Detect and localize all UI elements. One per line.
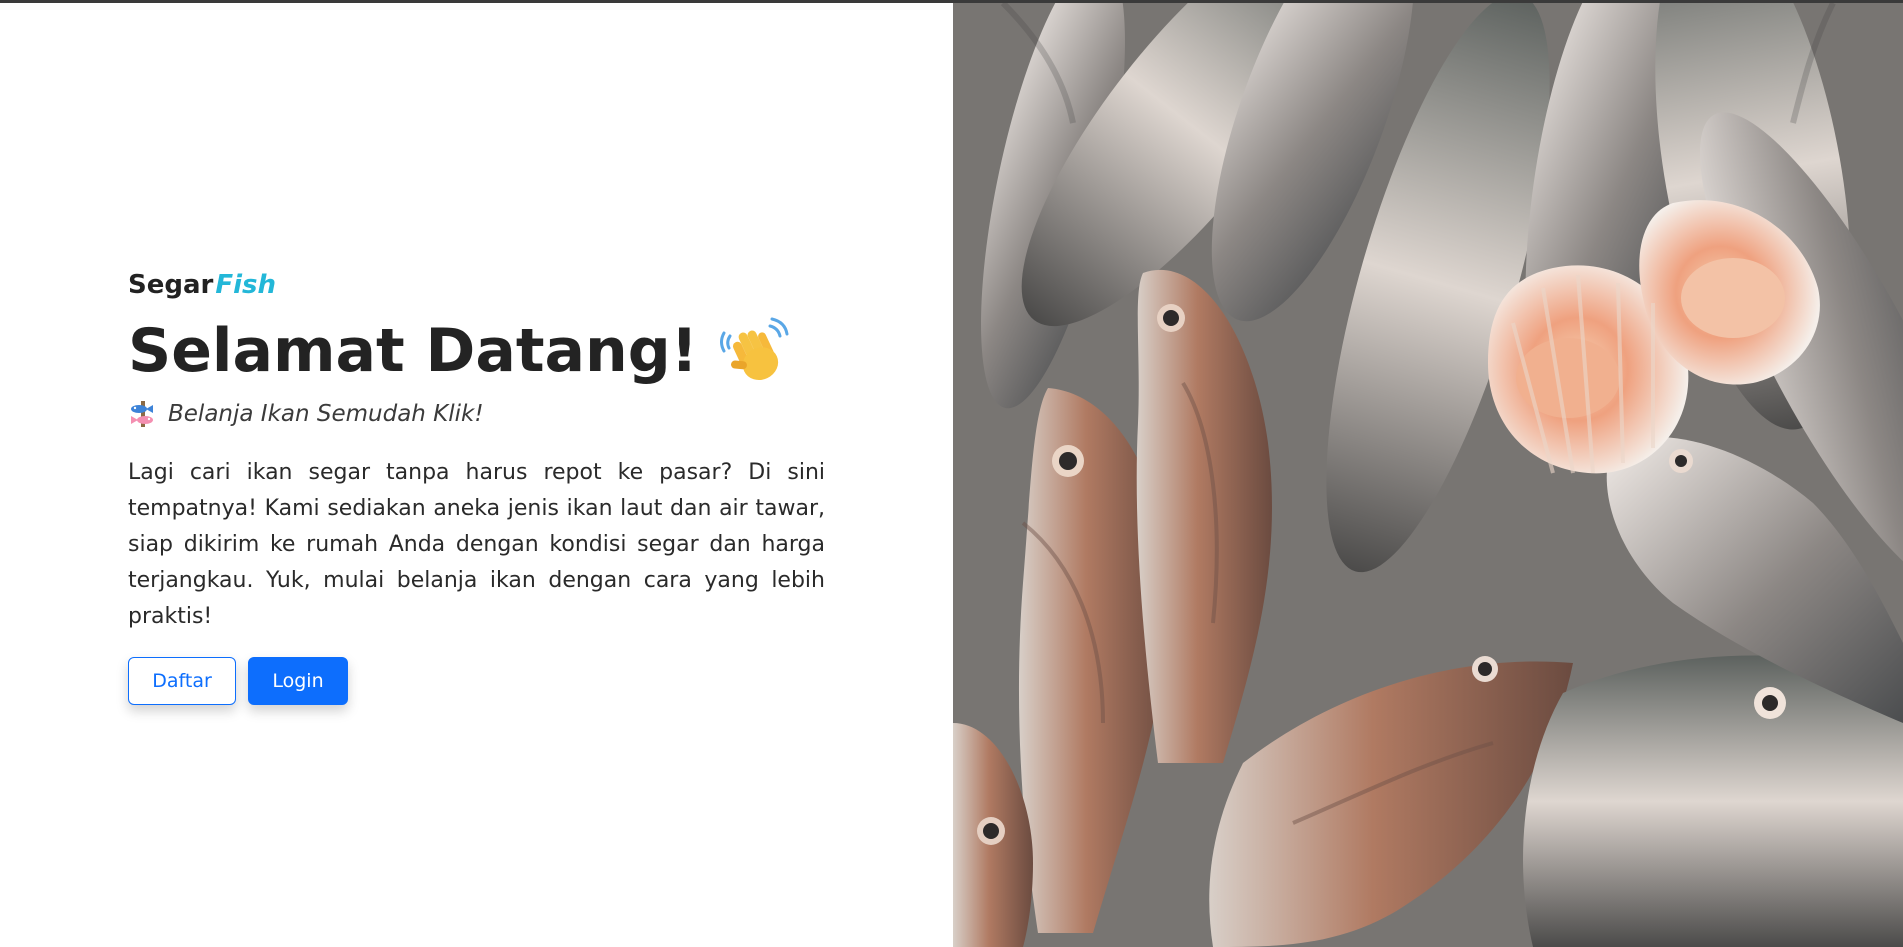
fish-icon bbox=[128, 399, 158, 429]
brand-logo: SegarFish bbox=[128, 265, 825, 305]
waving-hand-icon bbox=[720, 316, 790, 386]
welcome-content: SegarFish Selamat Datang! Belanja Ikan S… bbox=[128, 265, 825, 705]
register-button[interactable]: Daftar bbox=[128, 657, 236, 705]
auth-buttons: Daftar Login bbox=[128, 657, 825, 705]
brand-name-main: Segar bbox=[128, 270, 214, 300]
tagline: Belanja Ikan Semudah Klik! bbox=[128, 397, 825, 431]
fish-photo-illustration bbox=[953, 3, 1903, 947]
tagline-text: Belanja Ikan Semudah Klik! bbox=[168, 401, 484, 427]
welcome-panel: SegarFish Selamat Datang! Belanja Ikan S… bbox=[0, 3, 953, 947]
hero-image bbox=[953, 3, 1903, 947]
page-title-text: Selamat Datang! bbox=[128, 316, 699, 386]
intro-description: Lagi cari ikan segar tanpa harus repot k… bbox=[128, 460, 825, 629]
brand-name-accent: Fish bbox=[215, 270, 277, 300]
page-title: Selamat Datang! bbox=[128, 315, 825, 387]
login-button[interactable]: Login bbox=[248, 657, 348, 705]
